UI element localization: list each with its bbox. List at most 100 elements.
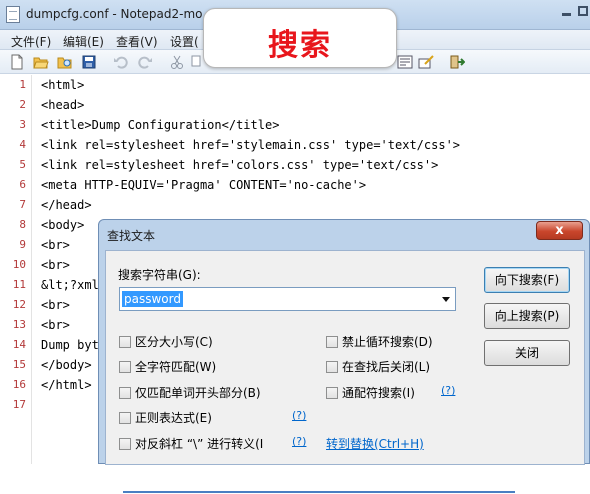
minimize-icon[interactable] xyxy=(562,6,571,16)
checkbox-box xyxy=(119,387,131,399)
cut-icon[interactable] xyxy=(169,54,185,70)
customize-icon[interactable] xyxy=(418,54,434,70)
menu-settings[interactable]: 设置( xyxy=(170,33,199,50)
checkbox-box xyxy=(326,387,338,399)
browse-icon[interactable] xyxy=(57,54,73,70)
find-next-button[interactable]: 向下搜索(F) xyxy=(484,267,570,293)
word-start-checkbox[interactable]: 仅匹配单词开头部分(B) xyxy=(119,384,261,401)
menu-edit[interactable]: 编辑(E) xyxy=(63,33,104,50)
line-number: 16 xyxy=(12,378,26,391)
code-line: 3 <title>Dump Configuration</title> xyxy=(0,115,590,135)
checkbox-label: 全字符匹配(W) xyxy=(135,360,217,374)
line-number: 12 xyxy=(12,298,26,311)
dropdown-arrow-icon[interactable] xyxy=(442,297,450,302)
find-previous-button[interactable]: 向上搜索(P) xyxy=(484,303,570,329)
code-text: </head> xyxy=(41,198,92,212)
code-text: <br> xyxy=(41,318,70,332)
wildcard-help-link[interactable]: (?) xyxy=(441,384,455,397)
checkbox-box xyxy=(326,336,338,348)
line-number: 8 xyxy=(19,218,26,231)
line-number: 9 xyxy=(19,238,26,251)
code-text: <link rel=stylesheet href='colors.css' t… xyxy=(41,158,439,172)
checkbox-box xyxy=(119,336,131,348)
undo-icon[interactable] xyxy=(113,54,129,70)
dialog-body: 搜索字符串(G): password 向下搜索(F) 向上搜索(P) 关闭 区分… xyxy=(105,250,585,465)
code-text: &lt;?xml xyxy=(41,278,99,292)
code-text: <body> xyxy=(41,218,85,232)
code-text: </body> xyxy=(41,358,92,372)
code-text: Dump byt xyxy=(41,338,99,352)
code-line: 2 <head> xyxy=(0,95,590,115)
backslash-help-link[interactable]: (?) xyxy=(292,435,306,448)
open-folder-icon[interactable] xyxy=(33,54,49,70)
code-text: <br> xyxy=(41,258,70,272)
line-number: 13 xyxy=(12,318,26,331)
line-number: 11 xyxy=(12,278,26,291)
bottom-divider xyxy=(123,491,515,493)
code-text: <html> xyxy=(41,78,85,92)
search-input[interactable]: password xyxy=(119,287,456,311)
code-text: <meta HTTP-EQUIV='Pragma' CONTENT='no-ca… xyxy=(41,178,367,192)
regex-help-link[interactable]: (?) xyxy=(292,409,306,422)
checkbox-label: 通配符搜索(I) xyxy=(342,386,415,400)
line-number: 4 xyxy=(19,138,26,151)
line-number: 14 xyxy=(12,338,26,351)
save-icon[interactable] xyxy=(81,54,97,70)
match-case-checkbox[interactable]: 区分大小写(C) xyxy=(119,333,213,350)
checkbox-label: 在查找后关闭(L) xyxy=(342,360,431,374)
line-number: 7 xyxy=(19,198,26,211)
checkbox-label: 区分大小写(C) xyxy=(135,335,213,349)
menu-view[interactable]: 查看(V) xyxy=(116,33,158,50)
code-text: </html> xyxy=(41,378,92,392)
search-value: password xyxy=(122,291,183,307)
search-callout: 搜索 xyxy=(203,8,397,68)
code-line: 6 <meta HTTP-EQUIV='Pragma' CONTENT='no-c… xyxy=(0,175,590,195)
close-icon: x xyxy=(555,223,564,238)
redo-icon[interactable] xyxy=(137,54,153,70)
maximize-icon[interactable] xyxy=(578,6,588,16)
code-line: 5 <link rel=stylesheet href='colors.css' … xyxy=(0,155,590,175)
close-button[interactable]: 关闭 xyxy=(484,340,570,366)
checkbox-box xyxy=(119,361,131,373)
notepad-app-icon xyxy=(6,6,20,23)
go-to-replace-link[interactable]: 转到替换(Ctrl+H) xyxy=(326,435,424,452)
code-line: 1 <html> xyxy=(0,75,590,95)
no-wrap-checkbox[interactable]: 禁止循环搜索(D) xyxy=(326,333,433,350)
wildcard-checkbox[interactable]: 通配符搜索(I) xyxy=(326,384,415,401)
dialog-close-button[interactable]: x xyxy=(536,221,583,240)
close-after-find-checkbox[interactable]: 在查找后关闭(L) xyxy=(326,358,430,375)
line-number: 10 xyxy=(12,258,26,271)
line-number: 15 xyxy=(12,358,26,371)
code-text: <title>Dump Configuration</title> xyxy=(41,118,280,132)
search-label: 搜索字符串(G): xyxy=(118,268,201,282)
checkbox-box xyxy=(119,438,131,450)
menu-file[interactable]: 文件(F) xyxy=(11,33,51,50)
line-number: 6 xyxy=(19,178,26,191)
checkbox-label: 禁止循环搜索(D) xyxy=(342,335,433,349)
backslash-escape-checkbox[interactable]: 对反斜杠 “\” 进行转义(I xyxy=(119,435,263,452)
find-dialog: 查找文本 x 搜索字符串(G): password 向下搜索(F) 向上搜索(P… xyxy=(98,219,590,465)
regex-checkbox[interactable]: 正则表达式(E) xyxy=(119,409,212,426)
code-text: <link rel=stylesheet href='stylemain.css… xyxy=(41,138,461,152)
exit-icon[interactable] xyxy=(449,54,465,70)
whole-word-checkbox[interactable]: 全字符匹配(W) xyxy=(119,358,216,375)
callout-text: 搜索 xyxy=(268,28,332,63)
line-number: 1 xyxy=(19,78,26,91)
line-number: 2 xyxy=(19,98,26,111)
line-number: 5 xyxy=(19,158,26,171)
line-number: 17 xyxy=(12,398,26,411)
checkbox-label: 正则表达式(E) xyxy=(135,411,212,425)
code-text: <br> xyxy=(41,238,70,252)
checkbox-label: 仅匹配单词开头部分(B) xyxy=(135,386,261,400)
code-line: 4 <link rel=stylesheet href='stylemain.cs… xyxy=(0,135,590,155)
checkbox-label: 对反斜杠 “\” 进行转义(I xyxy=(135,437,264,451)
code-text: <br> xyxy=(41,298,70,312)
dialog-title: 查找文本 xyxy=(107,229,156,243)
wordwrap-icon[interactable] xyxy=(397,54,413,70)
line-number: 3 xyxy=(19,118,26,131)
code-text: <head> xyxy=(41,98,85,112)
checkbox-box xyxy=(326,361,338,373)
new-file-icon[interactable] xyxy=(9,54,25,70)
code-line: 7 </head> xyxy=(0,195,590,215)
checkbox-box xyxy=(119,412,131,424)
